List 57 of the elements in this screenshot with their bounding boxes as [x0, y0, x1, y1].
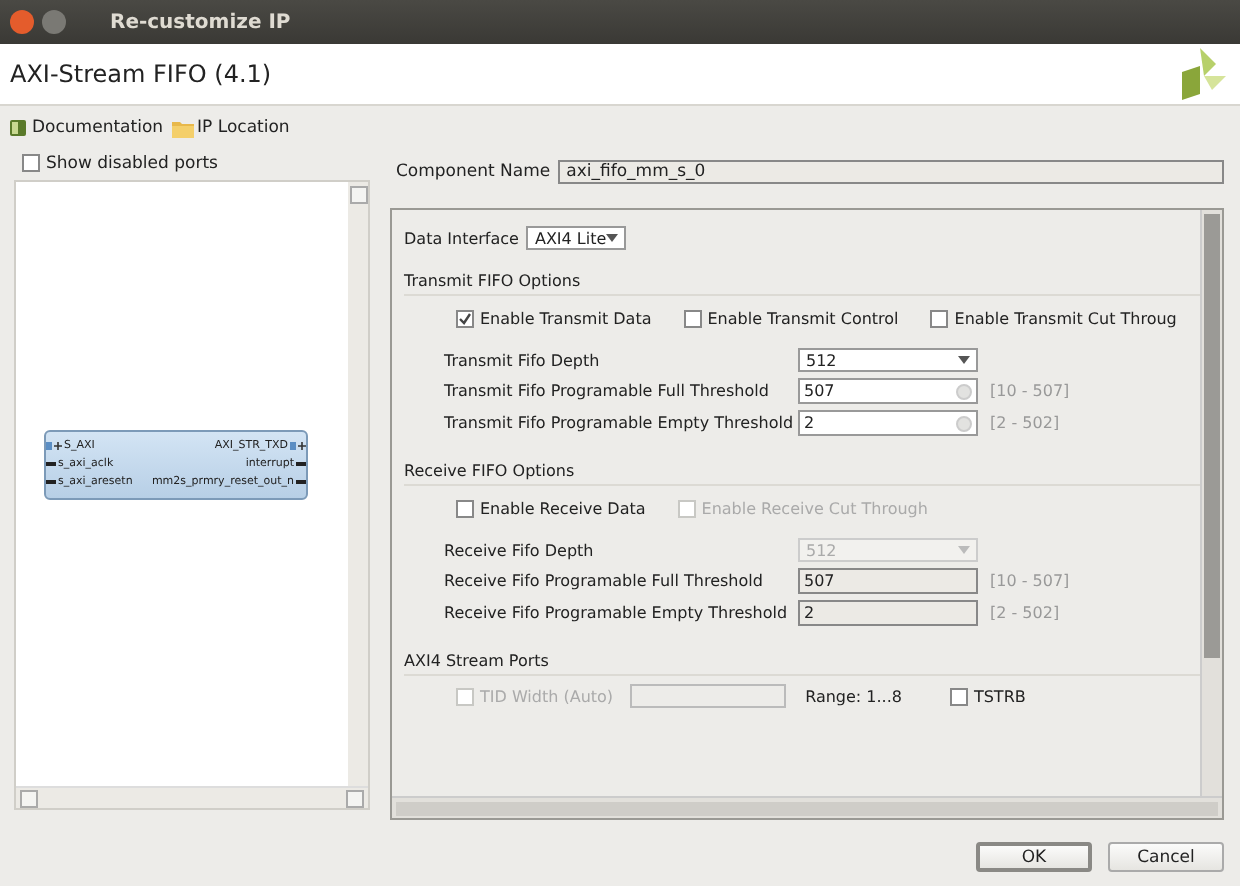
toolbar-link[interactable]: IP Location [171, 118, 290, 138]
toolbar-link[interactable]: Documentation [8, 118, 164, 138]
bus-port-icon [290, 440, 306, 452]
scrollbar[interactable] [1200, 210, 1222, 796]
text-field[interactable]: 2 [798, 600, 978, 626]
bus-port-icon [46, 440, 62, 452]
data-interface-dropdown[interactable]: AXI4 Lite [526, 226, 627, 250]
field-label: Receive Fifo Depth [444, 541, 596, 559]
checkbox-label: Enable Receive Data [480, 499, 646, 517]
component-name-field[interactable]: axi_fifo_mm_s_0 [558, 160, 1224, 184]
scroll-left-button[interactable] [20, 789, 38, 807]
checkbox-label: Enable Transmit Data [480, 309, 652, 327]
caret-icon [958, 356, 970, 364]
checkbox-label: Show disabled ports [46, 153, 218, 173]
section-title: Receive FIFO Options [404, 461, 575, 479]
checkbox-label: Enable Transmit Cut Throug [954, 309, 1177, 327]
field-label: Transmit Fifo Programable Full Threshold [444, 382, 771, 400]
folder-icon [171, 119, 194, 137]
window-title: Re-customize IP [110, 11, 291, 33]
field-label: Component Name [396, 162, 551, 182]
range-hint: [10 - 507] [988, 572, 1072, 590]
dropdown[interactable]: 512 [798, 348, 978, 372]
checkbox[interactable] [930, 309, 949, 327]
scroll-up-button[interactable] [349, 186, 367, 204]
checkbox[interactable] [456, 309, 474, 327]
scrollbar[interactable] [392, 796, 1222, 818]
ip-title: AXI-Stream FIFO (4.1) [10, 60, 272, 88]
checkbox[interactable] [22, 154, 40, 172]
range-hint: [10 - 507] [988, 382, 1072, 400]
checkbox-label: Enable Receive Cut Through [701, 499, 928, 517]
checkbox[interactable] [456, 499, 474, 517]
checkbox-label: Enable Transmit Control [707, 309, 899, 327]
checkbox-label: TSTRB [973, 687, 1026, 705]
checkbox-label: TID Width (Auto) [480, 687, 614, 705]
width-field[interactable] [629, 684, 786, 708]
text-field[interactable]: 2 [798, 410, 978, 436]
field-label: Receive Fifo Programable Empty Threshold [444, 604, 790, 622]
range-hint: Range: 1...8 [805, 687, 902, 705]
dialog-button[interactable]: OK [976, 842, 1092, 872]
range-hint: [2 - 502] [988, 414, 1062, 432]
dialog-button[interactable]: Cancel [1108, 842, 1224, 872]
minimize-button[interactable] [42, 10, 66, 34]
field-label: Transmit Fifo Depth [444, 351, 602, 369]
close-button[interactable] [10, 10, 34, 34]
book-icon [8, 118, 28, 138]
caret-icon [958, 546, 970, 554]
scroll-right-button[interactable] [346, 789, 364, 807]
section-title: AXI4 Stream Ports [404, 651, 549, 669]
field-label: Data Interface [404, 229, 519, 247]
caret-icon [606, 234, 619, 242]
checkbox[interactable] [683, 309, 702, 327]
field-label: Transmit Fifo Programable Empty Threshold [444, 414, 796, 432]
text-field[interactable]: 507 [798, 378, 978, 404]
section-title: Transmit FIFO Options [404, 271, 581, 289]
field-label: Receive Fifo Programable Full Threshold [444, 572, 765, 590]
text-field[interactable]: 507 [798, 568, 978, 594]
range-hint: [2 - 502] [988, 604, 1062, 622]
